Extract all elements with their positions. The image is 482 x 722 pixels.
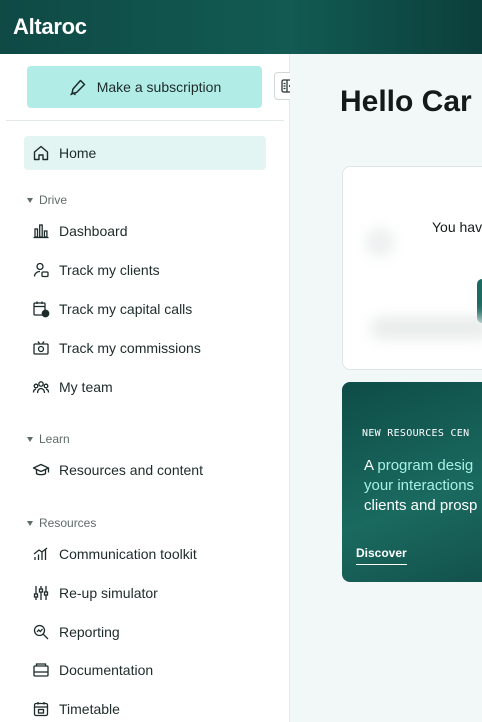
signal-icon: [33, 547, 48, 560]
sidebar-item-track-commissions[interactable]: Track my commissions: [24, 331, 266, 365]
banner-body-highlight: program desig: [377, 457, 474, 474]
sidebar-divider: [6, 120, 284, 121]
sidebar-item-communication-toolkit[interactable]: Communication toolkit: [24, 537, 266, 571]
bar-chart-icon: [33, 224, 49, 239]
sidebar: Make a subscription Home Drive Dashboard…: [0, 54, 302, 722]
sidebar-item-resources-content[interactable]: Resources and content: [24, 453, 266, 487]
search-chart-icon: [33, 624, 49, 640]
sidebar-item-track-clients[interactable]: Track my clients: [24, 253, 266, 287]
discover-link[interactable]: Discover: [356, 546, 407, 565]
sidebar-item-label: Reporting: [59, 624, 120, 640]
graduation-cap-icon: [32, 463, 50, 476]
sidebar-item-label: Home: [59, 145, 97, 161]
team-icon: [32, 381, 50, 394]
sidebar-item-label: Dashboard: [59, 223, 128, 239]
banner-body-prefix: A: [364, 457, 378, 474]
calendar-icon: [33, 702, 49, 717]
sidebar-item-track-capital-calls[interactable]: Track my capital calls: [24, 292, 266, 326]
caret-down-icon: [27, 197, 33, 203]
banner-title: NEW RESOURCES CEN: [362, 428, 470, 439]
make-subscription-label: Make a subscription: [96, 79, 222, 95]
section-label: Drive: [39, 193, 68, 207]
sidebar-item-label: Resources and content: [59, 462, 203, 478]
sidebar-item-label: Re-up simulator: [59, 585, 158, 601]
sidebar-item-label: My team: [59, 379, 113, 395]
sidebar-item-re-up-simulator[interactable]: Re-up simulator: [24, 576, 266, 610]
caret-down-icon: [27, 520, 33, 526]
sidebar-item-label: Track my clients: [59, 262, 160, 278]
sidebar-item-reporting[interactable]: Reporting: [24, 615, 266, 649]
sidebar-item-dashboard[interactable]: Dashboard: [24, 214, 266, 248]
home-icon: [33, 145, 49, 161]
top-bar: Altaroc: [0, 0, 482, 54]
sidebar-item-label: Communication toolkit: [59, 546, 197, 562]
sidebar-item-label: Timetable: [59, 701, 120, 717]
banner-body-line3: clients and prosp: [364, 497, 478, 514]
person-icon: [33, 262, 49, 278]
sidebar-item-documentation[interactable]: Documentation: [24, 653, 266, 687]
page-greeting: Hello Car: [340, 85, 472, 118]
section-toggle-resources[interactable]: Resources: [27, 516, 96, 530]
subscription-summary-card: You hav: [342, 166, 482, 370]
sliders-icon: [33, 586, 49, 600]
sidebar-item-label: Documentation: [59, 662, 154, 678]
section-label: Resources: [39, 516, 97, 530]
altaroc-logo[interactable]: Altaroc: [13, 14, 87, 40]
main-content: Hello Car You hav NEW RESOURCES CEN A pr…: [290, 54, 482, 722]
section-label: Learn: [39, 432, 70, 446]
section-toggle-learn[interactable]: Learn: [27, 432, 70, 446]
sidebar-item-label: Track my commissions: [59, 340, 201, 356]
sidebar-item-timetable[interactable]: Timetable: [24, 692, 266, 722]
card-message: You hav: [432, 219, 482, 235]
banner-body: A program desig your interactions client…: [364, 456, 482, 516]
resources-center-banner: NEW RESOURCES CEN A program desig your i…: [342, 382, 482, 582]
sidebar-item-my-team[interactable]: My team: [24, 370, 266, 404]
caret-down-icon: [27, 436, 33, 442]
banner-body-line2: your interactions: [364, 477, 475, 494]
pen-icon: [69, 79, 85, 96]
blurred-placeholder: [365, 227, 395, 257]
sidebar-item-label: Track my capital calls: [59, 301, 193, 317]
sidebar-item-home[interactable]: Home: [24, 136, 266, 170]
money-icon: [33, 341, 49, 355]
make-subscription-button[interactable]: Make a subscription: [27, 66, 262, 108]
document-icon: [33, 663, 49, 677]
section-toggle-drive[interactable]: Drive: [27, 193, 67, 207]
blurred-placeholder: [371, 317, 482, 339]
calendar-coin-icon: [33, 301, 50, 318]
